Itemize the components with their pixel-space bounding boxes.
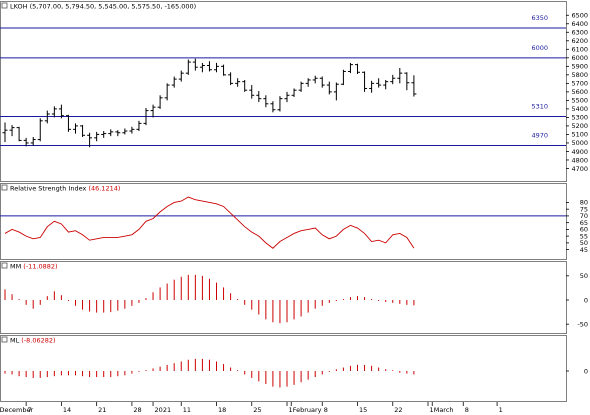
x-tick-label: February	[293, 406, 322, 414]
y-tick-label: 80	[580, 199, 588, 207]
symbol-label: LKOH	[10, 3, 30, 11]
y-tick-label: 0	[584, 296, 588, 304]
panel-header: MM (-11.0882)	[10, 263, 58, 271]
x-tick-label: 22	[394, 406, 402, 414]
y-tick-label: 6500	[571, 12, 588, 20]
y-tick-label: 5400	[571, 105, 588, 113]
x-tick-label: 1	[499, 406, 503, 414]
level-label: 5310	[531, 103, 548, 111]
level-label: 4970	[531, 132, 548, 140]
y-tick-label: 0	[584, 367, 588, 375]
x-tick-label: March	[434, 406, 454, 414]
y-tick-label: 4700	[571, 165, 588, 173]
level-label: 6000	[531, 44, 548, 52]
y-tick-label: 6100	[571, 46, 588, 54]
y-tick-label: 5100	[571, 131, 588, 139]
y-tick-label: 5300	[571, 114, 588, 122]
panel-header: LKOH (5,707.00, 5,794.50, 5,545.00, 5,57…	[10, 3, 196, 11]
chart-background	[0, 0, 590, 415]
y-tick-label: 6300	[571, 29, 588, 37]
indicator-name: ML	[10, 337, 21, 345]
y-tick-label: 50	[580, 272, 588, 280]
x-tick-label: 8	[324, 406, 328, 414]
x-tick-label: 14	[63, 406, 71, 414]
x-tick-label: 21	[98, 406, 106, 414]
panel-header: Relative Strength Index (46.1214)	[10, 185, 120, 193]
x-tick-label: 25	[253, 406, 261, 414]
chart-window: LKOH (5,707.00, 5,794.50, 5,545.00, 5,57…	[0, 0, 590, 415]
y-tick-label: 6000	[571, 54, 588, 62]
x-tick-label: 18	[218, 406, 226, 414]
level-label: 6350	[531, 14, 548, 22]
indicator-value: (-8.06282)	[21, 337, 55, 345]
x-tick-label: 15	[359, 406, 367, 414]
indicator-value: (46.1214)	[88, 185, 120, 193]
y-tick-label: 6400	[571, 20, 588, 28]
y-tick-label: 4800	[571, 156, 588, 164]
x-tick-label: 2021	[155, 406, 172, 414]
y-tick-label: 5600	[571, 88, 588, 96]
y-tick-label: 5700	[571, 80, 588, 88]
indicator-name: Relative Strength Index	[10, 185, 88, 193]
indicator-name: MM	[10, 263, 23, 271]
x-tick-label: 7	[28, 406, 32, 414]
indicator-value: (-11.0882)	[23, 263, 57, 271]
x-tick-label: 11	[183, 406, 191, 414]
y-tick-label: 5900	[571, 63, 588, 71]
y-tick-label: -50	[577, 320, 588, 328]
y-tick-label: 5500	[571, 97, 588, 105]
y-tick-label: 6200	[571, 37, 588, 45]
y-tick-label: 5000	[571, 139, 588, 147]
y-tick-label: 4900	[571, 148, 588, 156]
x-tick-label: 28	[133, 406, 141, 414]
x-tick-label: 8	[465, 406, 469, 414]
panel-header: ML (-8.06282)	[10, 337, 56, 345]
ohlc-readout: (5,707.00, 5,794.50, 5,545.00, 5,575.50,…	[30, 3, 197, 11]
y-tick-label: 5800	[571, 71, 588, 79]
y-tick-label: 5200	[571, 122, 588, 130]
